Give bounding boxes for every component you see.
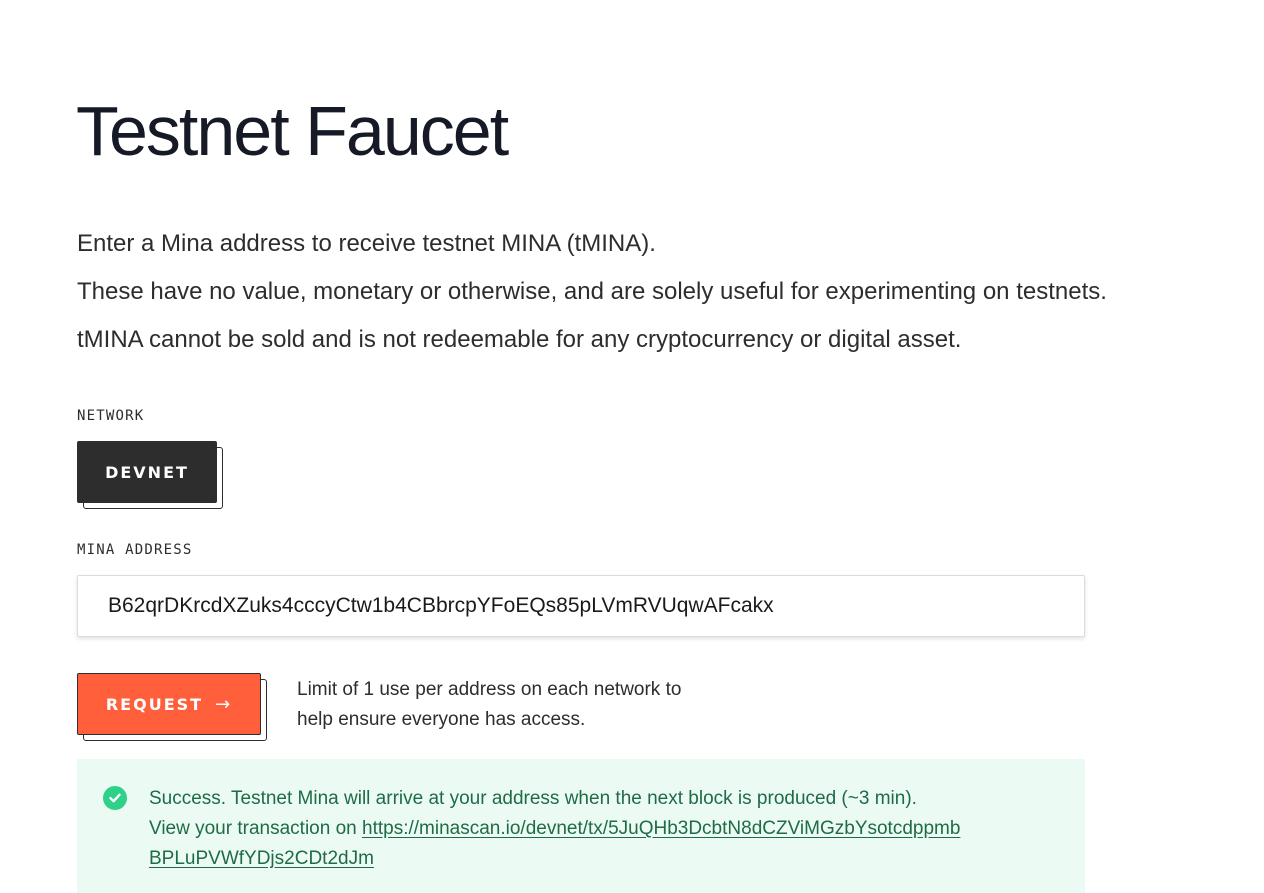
check-circle-icon	[103, 786, 127, 810]
success-text: Success. Testnet Mina will arrive at you…	[149, 788, 917, 809]
page-title: Testnet Faucet	[76, 92, 509, 170]
mina-address-input[interactable]	[77, 575, 1085, 637]
transaction-link[interactable]: https://minascan.io/devnet/tx/5JuQHb3Dcb…	[362, 818, 960, 839]
success-message: Success. Testnet Mina will arrive at you…	[149, 784, 1059, 874]
description-line: tMINA cannot be sold and is not redeemab…	[77, 326, 962, 353]
transaction-line: View your transaction on https://minasca…	[149, 814, 1059, 844]
request-button[interactable]: REQUEST →	[77, 673, 261, 735]
network-devnet-button[interactable]: DEVNET	[77, 441, 217, 503]
faucet-page: Testnet Faucet Enter a Mina address to r…	[0, 0, 1264, 893]
success-alert: Success. Testnet Mina will arrive at you…	[77, 759, 1085, 893]
limit-note-line: Limit of 1 use per address on each netwo…	[297, 679, 682, 700]
limit-note-line: help ensure everyone has access.	[297, 709, 586, 730]
description-line: Enter a Mina address to receive testnet …	[77, 230, 656, 257]
arrow-right-icon: →	[215, 693, 233, 715]
network-label: NETWORK	[77, 408, 145, 424]
request-button-label: REQUEST	[105, 694, 204, 714]
request-button-group: REQUEST →	[77, 673, 267, 741]
transaction-link-continued[interactable]: BPLuPVWfYDjs2CDt2dJm	[149, 848, 374, 869]
description-line: These have no value, monetary or otherwi…	[77, 278, 1107, 305]
limit-note: Limit of 1 use per address on each netwo…	[297, 675, 681, 735]
page-description: Enter a Mina address to receive testnet …	[77, 220, 1107, 364]
transaction-line: BPLuPVWfYDjs2CDt2dJm	[149, 844, 1059, 874]
network-selector: DEVNET	[77, 441, 223, 509]
transaction-prefix: View your transaction on	[149, 818, 362, 839]
mina-address-label: MINA ADDRESS	[77, 542, 193, 558]
